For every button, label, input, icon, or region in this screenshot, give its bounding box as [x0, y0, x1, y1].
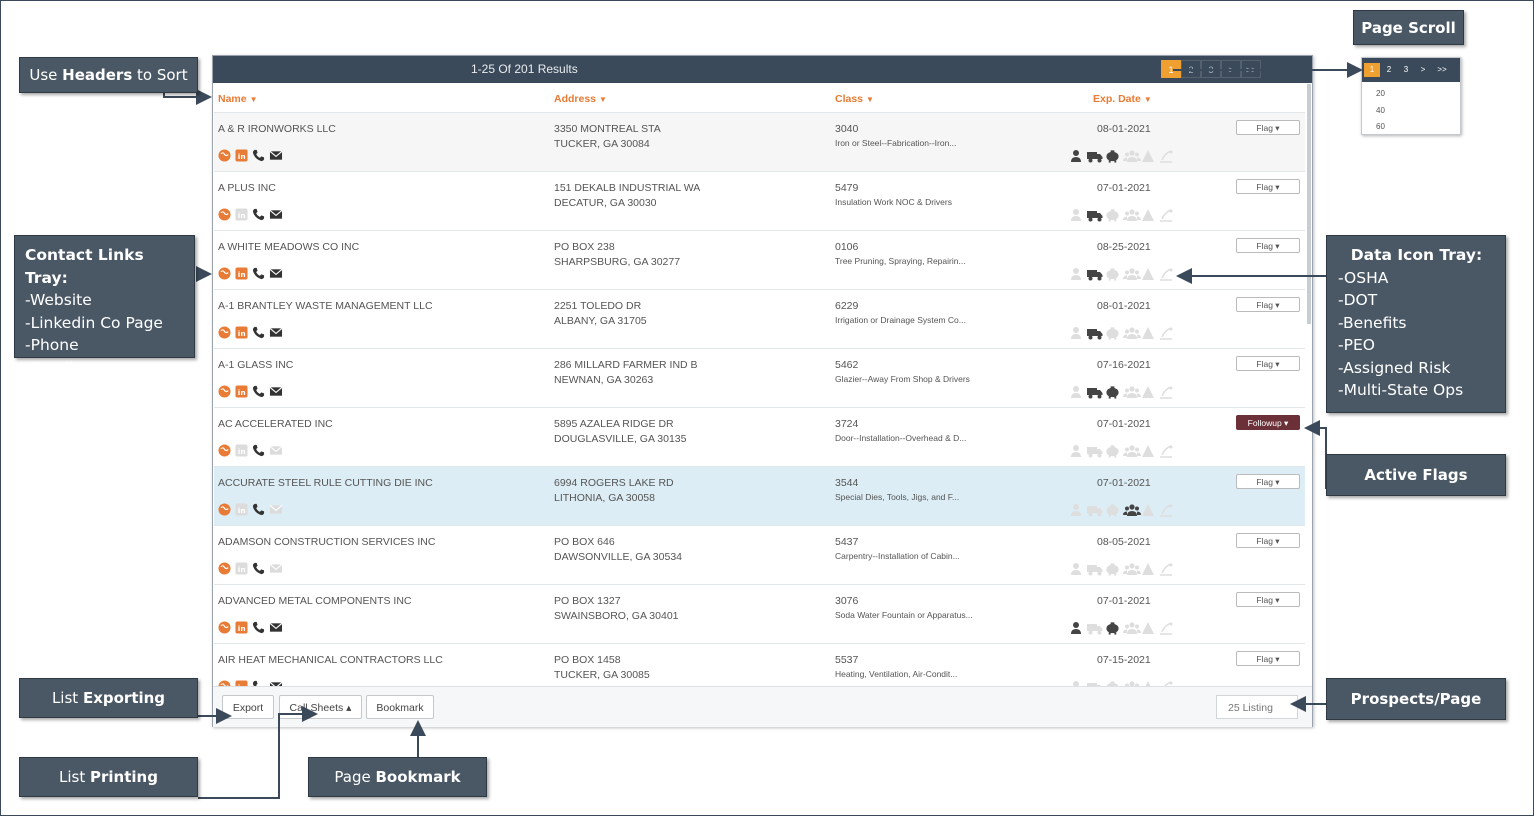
callout-text: List	[59, 768, 91, 786]
callout-item: -DOT	[1338, 291, 1378, 309]
callout-bookmark: Page Bookmark	[308, 757, 487, 797]
callout-item: -Email	[25, 358, 74, 377]
callout-item: -Phone	[25, 336, 79, 354]
callout-active-flags: Active Flags	[1326, 454, 1506, 496]
callout-text: List	[51, 689, 83, 707]
callout-printing: List Printing	[19, 757, 198, 797]
callout-item: -Assigned Risk	[1338, 358, 1451, 377]
callout-page-scroll: Page Scroll	[1353, 10, 1464, 45]
callout-bold: Printing	[90, 768, 158, 786]
callout-item: -Website	[25, 291, 92, 309]
callout-bold: Active Flags	[1364, 466, 1468, 484]
callout-item: -Multi-State Ops	[1338, 381, 1464, 399]
callout-item: -Linkedin Co Page	[25, 313, 163, 332]
callout-bold: Exporting	[82, 689, 166, 707]
callout-title: Data Icon Tray:	[1350, 246, 1483, 264]
callout-bold: Bookmark	[375, 768, 461, 786]
callout-title: Contact Links Tray:	[25, 246, 144, 287]
callout-text: Use	[29, 66, 63, 84]
callout-text: Page	[334, 768, 376, 786]
callout-exporting: List Exporting	[19, 678, 198, 718]
callout-headers: Use Headers to Sort	[19, 57, 198, 93]
callout-contact-links: Contact Links Tray: -Website -Linkedin C…	[14, 235, 195, 377]
callout-prospects-page: Prospects/Page	[1326, 678, 1506, 720]
callout-item: -PEO	[1338, 336, 1375, 354]
callout-bold: Headers	[62, 66, 133, 84]
callout-item: -Benefits	[1338, 313, 1407, 332]
callout-data-icons: Data Icon Tray: -OSHA -DOT -Benefits -PE…	[1326, 235, 1506, 413]
callout-text: to Sort	[132, 66, 188, 84]
connector-arrows	[163, 62, 1363, 799]
callout-item: -OSHA	[1338, 268, 1389, 287]
callout-bold: Prospects/Page	[1350, 690, 1482, 708]
callout-bold: Page Scroll	[1361, 18, 1456, 37]
